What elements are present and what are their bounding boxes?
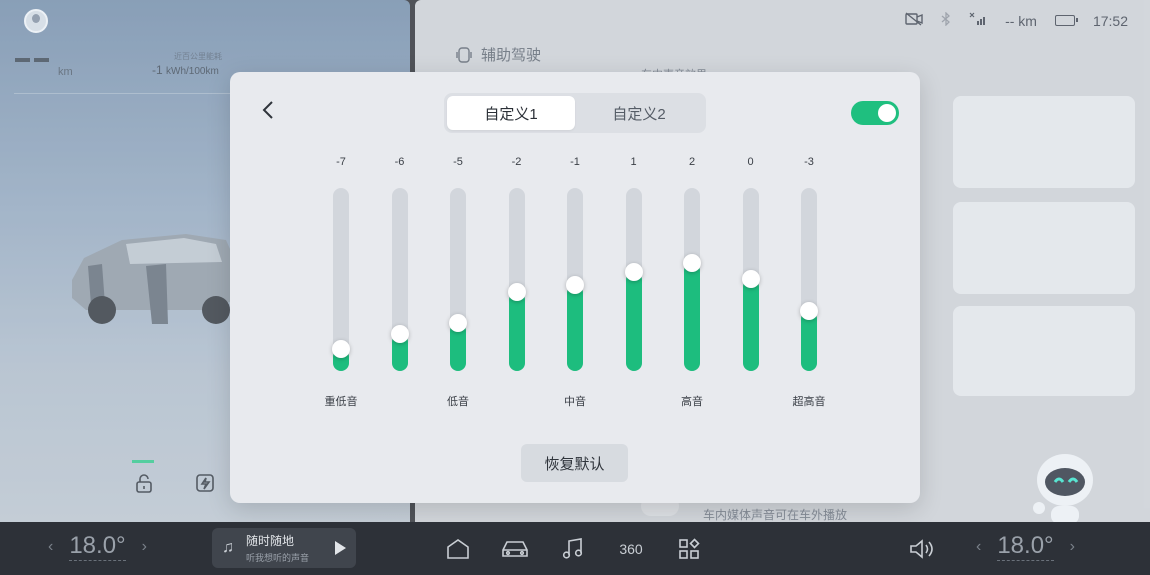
eq-band-knob[interactable] <box>683 254 701 272</box>
temp-right-increase-icon[interactable]: › <box>1070 538 1075 556</box>
eq-band: -7 <box>326 156 356 376</box>
eq-band-value: -7 <box>336 156 346 168</box>
equalizer-toggle[interactable] <box>851 101 899 125</box>
home-icon[interactable] <box>443 534 473 564</box>
camera-360-icon[interactable]: 360 <box>616 534 646 564</box>
temp-left-value[interactable]: 18.0° <box>69 532 126 561</box>
chevron-left-icon <box>262 101 273 119</box>
band-label-mid: 中音 <box>564 396 586 408</box>
eq-band-value: -3 <box>804 156 814 168</box>
bottom-dock: ‹ 18.0° › ♫ 随时随地 听我想听的声音 360 ‹ 18.0° › <box>0 522 1150 575</box>
band-label-bass: 低音 <box>447 396 469 408</box>
eq-band-fill <box>742 279 759 371</box>
eq-band-value: -2 <box>511 156 522 168</box>
reset-default-button[interactable]: 恢复默认 <box>521 444 628 482</box>
eq-band-fill <box>625 272 642 371</box>
eq-band-value: 2 <box>688 156 696 168</box>
eq-band-knob[interactable] <box>390 325 409 343</box>
preset-tabs: 自定义1 自定义2 <box>444 93 706 133</box>
car-icon[interactable] <box>500 534 530 564</box>
eq-band-knob[interactable] <box>741 270 760 288</box>
eq-band-fill <box>684 263 700 371</box>
eq-band-knob[interactable] <box>624 263 643 281</box>
equalizer-dialog: 自定义1 自定义2 -7 -6 -5 -2 -1 1 2 0 -3 重低音 低音 中音 高音 超… <box>230 72 920 503</box>
eq-band-value: -5 <box>453 156 463 168</box>
eq-band-slider[interactable] <box>507 188 526 371</box>
eq-band-value: 0 <box>747 156 754 168</box>
temp-left-decrease-icon[interactable]: ‹ <box>48 538 53 556</box>
eq-band: -1 <box>560 156 590 376</box>
camera-360-label: 360 <box>619 541 643 557</box>
eq-band-slider[interactable] <box>683 188 701 371</box>
tab-custom-2[interactable]: 自定义2 <box>575 96 703 130</box>
media-subtitle: 听我想听的声音 <box>246 553 310 563</box>
back-button[interactable] <box>256 98 280 122</box>
eq-band-slider[interactable] <box>449 188 467 371</box>
eq-band: -2 <box>502 156 532 376</box>
eq-band-value: -6 <box>394 156 405 168</box>
eq-band-knob[interactable] <box>449 314 467 332</box>
tab-custom-1[interactable]: 自定义1 <box>447 96 575 130</box>
eq-band-knob[interactable] <box>800 302 818 320</box>
eq-band-slider[interactable] <box>390 188 409 371</box>
eq-band-slider[interactable] <box>332 188 350 371</box>
eq-band: -5 <box>443 156 473 376</box>
play-icon[interactable] <box>335 541 346 555</box>
media-title: 随时随地 <box>246 534 295 548</box>
eq-band: 0 <box>736 156 766 376</box>
temp-control-left: ‹ 18.0° › <box>48 532 147 561</box>
eq-band-fill <box>801 311 817 371</box>
eq-band-value: 1 <box>630 156 637 168</box>
eq-band-knob[interactable] <box>507 283 526 301</box>
eq-band: 2 <box>677 156 707 376</box>
eq-band-slider[interactable] <box>741 188 760 371</box>
eq-band-slider[interactable] <box>566 188 584 371</box>
apps-grid-icon[interactable] <box>674 534 704 564</box>
music-icon[interactable] <box>558 534 588 564</box>
band-label-sub-bass: 重低音 <box>324 396 358 408</box>
eq-band-fill <box>508 292 525 371</box>
eq-band-value: -1 <box>570 156 580 168</box>
temp-right-value[interactable]: 18.0° <box>997 532 1054 561</box>
eq-band-slider[interactable] <box>624 188 643 371</box>
temp-left-increase-icon[interactable]: › <box>142 538 147 556</box>
media-widget[interactable]: ♫ 随时随地 听我想听的声音 <box>212 528 356 568</box>
media-titles: 随时随地 听我想听的声音 <box>246 532 335 564</box>
eq-band: 1 <box>619 156 649 376</box>
eq-band-slider[interactable] <box>800 188 818 371</box>
eq-band: -3 <box>794 156 824 376</box>
band-label-super-treble: 超高音 <box>792 396 826 408</box>
eq-band: -6 <box>385 156 415 376</box>
band-label-treble: 高音 <box>681 396 703 408</box>
eq-band-fill <box>567 285 583 371</box>
temp-right-decrease-icon[interactable]: ‹ <box>976 538 981 556</box>
temp-control-right: ‹ 18.0° › <box>976 532 1075 561</box>
volume-icon[interactable] <box>906 534 936 564</box>
eq-band-knob[interactable] <box>566 276 584 294</box>
eq-band-knob[interactable] <box>332 340 350 358</box>
music-note-icon: ♫ <box>222 539 234 556</box>
